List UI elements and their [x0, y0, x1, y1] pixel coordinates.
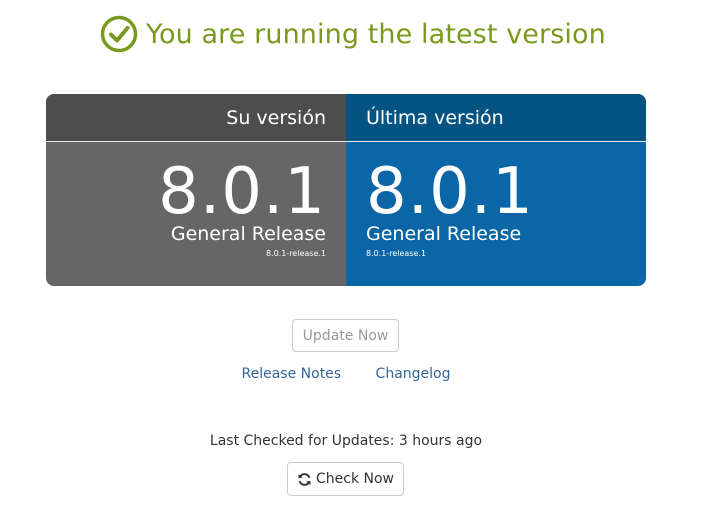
- check-circle-icon: [100, 15, 138, 53]
- latest-version-number: 8.0.1: [366, 155, 534, 229]
- links-row: Release Notes Changelog: [0, 366, 692, 382]
- current-version-number: 8.0.1: [158, 155, 326, 229]
- latest-version-body: 8.0.1 General Release 8.0.1-release.1: [346, 143, 646, 286]
- status-line: You are running the latest version: [100, 12, 606, 56]
- update-now-button[interactable]: Update Now: [292, 319, 399, 352]
- current-version-panel: Su versión 8.0.1 General Release 8.0.1-r…: [46, 94, 346, 286]
- changelog-link[interactable]: Changelog: [376, 366, 451, 382]
- check-now-button[interactable]: Check Now: [287, 462, 404, 496]
- current-release-tag: 8.0.1-release.1: [265, 249, 326, 258]
- last-checked-text: Last Checked for Updates: 3 hours ago: [209, 433, 483, 449]
- version-comparison: Su versión 8.0.1 General Release 8.0.1-r…: [46, 94, 646, 286]
- current-release-name: General Release: [170, 223, 326, 245]
- update-page: You are running the latest version Su ve…: [0, 0, 720, 513]
- latest-release-name: General Release: [366, 223, 522, 245]
- status-message: You are running the latest version: [146, 18, 606, 50]
- latest-version-panel: Última versión 8.0.1 General Release 8.0…: [346, 94, 646, 286]
- current-version-body: 8.0.1 General Release 8.0.1-release.1: [46, 143, 346, 286]
- latest-release-tag: 8.0.1-release.1: [366, 249, 427, 258]
- check-now-label: Check Now: [315, 471, 394, 487]
- latest-version-header: Última versión: [346, 94, 646, 142]
- refresh-icon: [297, 472, 312, 487]
- current-version-header: Su versión: [46, 94, 346, 142]
- release-notes-link[interactable]: Release Notes: [242, 366, 342, 382]
